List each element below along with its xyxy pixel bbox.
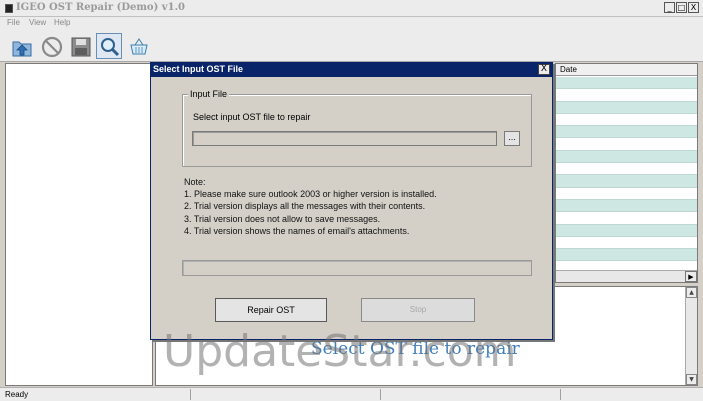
status-text: Ready: [5, 390, 29, 399]
list-row[interactable]: [556, 138, 697, 151]
toolbar: [0, 29, 703, 62]
note-line: 3. Trial version does not allow to save …: [184, 213, 381, 224]
status-divider: [560, 389, 561, 400]
status-divider: [190, 389, 191, 400]
scroll-up-arrow-icon[interactable]: ▲: [686, 287, 697, 298]
repair-ost-button[interactable]: Repair OST: [215, 298, 327, 322]
list-row[interactable]: [556, 199, 697, 213]
note-line: 1. Please make sure outlook 2003 or high…: [184, 189, 437, 200]
menu-view[interactable]: View: [29, 18, 46, 27]
vertical-scrollbar[interactable]: ▲ ▼: [685, 287, 697, 385]
dialog-title: Select Input OST File: [153, 64, 244, 74]
group-title: Input File: [188, 89, 230, 99]
save-toolbar-button[interactable]: [67, 33, 93, 59]
close-button[interactable]: X: [688, 2, 699, 13]
list-row[interactable]: [556, 77, 697, 90]
input-file-group: Input File Select input OST file to repa…: [182, 89, 532, 167]
window-controls: _ □ X: [664, 2, 699, 13]
dialog-title-bar[interactable]: Select Input OST File X: [151, 63, 552, 77]
menu-file[interactable]: File: [7, 18, 20, 27]
message-list-pane[interactable]: Date ▶: [555, 63, 698, 283]
stop-cancel-icon: [41, 36, 63, 58]
menu-bar: File View Help: [0, 17, 703, 29]
list-row[interactable]: [556, 175, 697, 188]
window-title: IGEO OST Repair (Demo) v1.0: [16, 2, 186, 13]
notes-block: Note: 1. Please make sure outlook 2003 o…: [184, 176, 437, 237]
stop-toolbar-button[interactable]: [38, 33, 64, 59]
dialog-close-button[interactable]: X: [538, 64, 550, 75]
list-row[interactable]: [556, 150, 697, 164]
status-bar: Ready: [0, 387, 703, 401]
column-header-date[interactable]: Date: [560, 65, 577, 74]
title-bar: IGEO OST Repair (Demo) v1.0 _ □ X: [0, 0, 703, 17]
scroll-down-arrow-icon[interactable]: ▼: [686, 374, 697, 385]
progress-bar: [182, 260, 532, 276]
open-button[interactable]: [8, 33, 34, 59]
horizontal-scrollbar[interactable]: ▶: [556, 270, 697, 282]
ost-path-field[interactable]: [192, 131, 497, 146]
minimize-button[interactable]: _: [664, 2, 675, 13]
list-row[interactable]: [556, 101, 697, 114]
folder-tree-pane[interactable]: [5, 63, 153, 386]
list-row[interactable]: [556, 126, 697, 139]
note-title: Note:: [184, 177, 206, 187]
search-magnifier-icon: [101, 38, 120, 57]
save-disk-icon: [71, 37, 91, 57]
list-row[interactable]: [556, 212, 697, 225]
list-row[interactable]: [556, 249, 697, 262]
status-divider: [380, 389, 381, 400]
list-header[interactable]: Date: [556, 64, 697, 76]
note-line: 4. Trial version shows the names of emai…: [184, 225, 410, 236]
list-row[interactable]: [556, 114, 697, 127]
search-toolbar-button[interactable]: [96, 33, 122, 59]
scroll-right-arrow-icon[interactable]: ▶: [685, 271, 697, 282]
maximize-button[interactable]: □: [676, 2, 687, 13]
list-rows: [556, 77, 697, 274]
menu-help[interactable]: Help: [54, 18, 70, 27]
basket-toolbar-button[interactable]: [125, 33, 151, 59]
list-row[interactable]: [556, 188, 697, 200]
ost-file-label: Select input OST file to repair: [193, 112, 311, 122]
open-upload-icon: [12, 41, 32, 57]
list-row[interactable]: [556, 237, 697, 250]
browse-button[interactable]: ...: [504, 131, 520, 146]
list-row[interactable]: [556, 224, 697, 237]
stop-button: Stop: [361, 298, 475, 322]
list-row[interactable]: [556, 163, 697, 176]
select-ost-dialog: Select Input OST File X Input File Selec…: [150, 62, 553, 340]
app-icon: [5, 4, 13, 13]
basket-icon: [130, 38, 148, 55]
watermark: UpdateStar.com: [163, 326, 517, 377]
note-line: 2. Trial version displays all the messag…: [184, 201, 426, 212]
list-row[interactable]: [556, 89, 697, 102]
